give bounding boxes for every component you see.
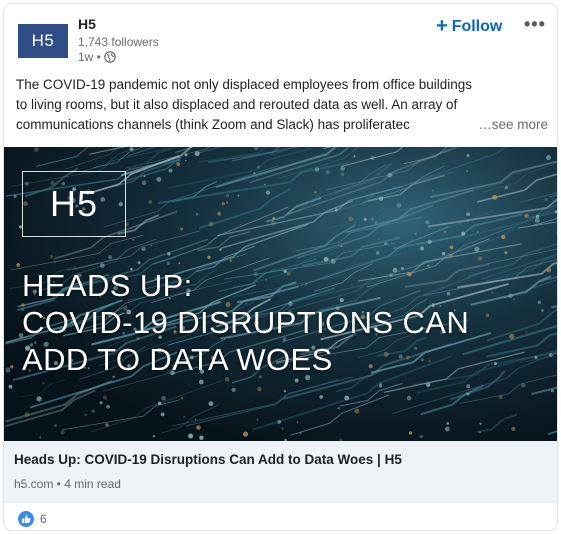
like-icon <box>18 511 34 527</box>
link-preview-meta: h5.com • 4 min read <box>14 477 121 491</box>
hero-logo-text: H5 <box>49 183 99 224</box>
hero-logo: H5 <box>22 171 126 237</box>
hero-headline-line: COVID-19 DISRUPTIONS CAN <box>22 305 470 340</box>
link-preview[interactable]: Heads Up: COVID-19 Disruptions Can Add t… <box>4 441 557 503</box>
post-text-line: to living rooms, but it also displaced a… <box>16 97 458 112</box>
hero-headline-line: ADD TO DATA WOES <box>22 342 333 377</box>
plus-icon: + <box>436 15 448 37</box>
company-name[interactable]: H5 <box>78 16 96 32</box>
see-more-link[interactable]: …see more <box>472 115 548 135</box>
globe-icon <box>104 51 116 63</box>
company-logo[interactable]: H5 <box>18 24 68 58</box>
feed-post-card: H5 H5 1,743 followers 1w • + Follow ••• … <box>4 4 557 530</box>
follower-count: 1,743 followers <box>78 35 159 49</box>
hero-headline-line: HEADS UP: <box>22 268 193 303</box>
post-text-line: The COVID-19 pandemic not only displaced… <box>16 77 472 92</box>
post-image[interactable]: H5 HEADS UP: COVID-19 DISRUPTIONS CAN AD… <box>4 147 557 441</box>
more-options-icon[interactable]: ••• <box>524 14 546 35</box>
hero-headline: HEADS UP: COVID-19 DISRUPTIONS CAN ADD T… <box>22 267 469 378</box>
post-text-line-last: communications channels (think Zoom and … <box>16 115 556 135</box>
post-time-text: 1w • <box>78 50 101 64</box>
post-time: 1w • <box>78 50 116 64</box>
company-logo-text: H5 <box>31 31 55 50</box>
post-text: The COVID-19 pandemic not only displaced… <box>16 75 556 135</box>
reaction-count: 6 <box>40 512 47 526</box>
reaction-summary[interactable]: 6 <box>18 511 47 527</box>
follow-button[interactable]: + Follow <box>436 16 502 38</box>
post-text-line: communications channels (think Zoom and … <box>16 117 410 132</box>
follow-label: Follow <box>451 18 503 35</box>
link-preview-title: Heads Up: COVID-19 Disruptions Can Add t… <box>14 452 402 467</box>
